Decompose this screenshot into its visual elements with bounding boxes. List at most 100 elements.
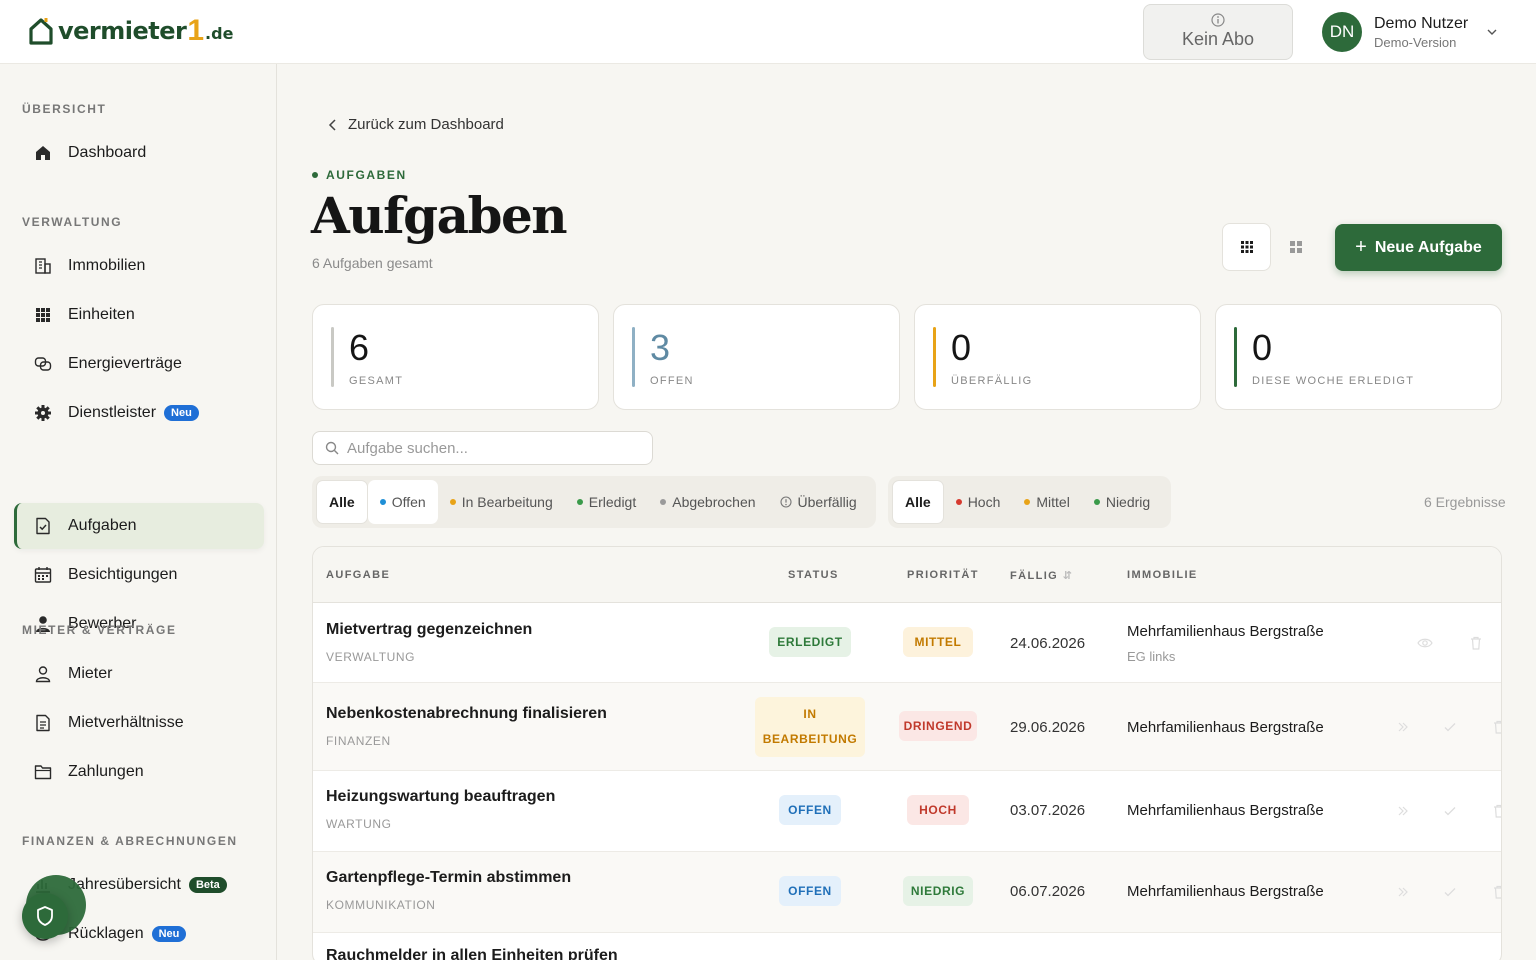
task-title: Heizungswartung beauftragen	[326, 788, 556, 805]
grid-large-icon	[1289, 241, 1302, 253]
check-icon[interactable]	[1442, 884, 1458, 900]
check-icon[interactable]	[1442, 719, 1458, 735]
sidebar-item-energy-contracts[interactable]: Energieverträge	[14, 341, 264, 387]
sidebar-item-payments[interactable]: Zahlungen	[14, 749, 264, 795]
property-name: Mehrfamilienhaus Bergstraße	[1127, 802, 1324, 819]
due-date: 03.07.2026	[1010, 802, 1086, 819]
priority-filter-all[interactable]: Alle	[892, 480, 944, 524]
chevrons-right-icon[interactable]	[1395, 803, 1411, 819]
sidebar-item-units[interactable]: Einheiten	[14, 292, 264, 338]
chevrons-right-icon[interactable]	[1395, 884, 1411, 900]
column-header-priority[interactable]: PRIORITÄT	[907, 569, 979, 581]
trash-icon[interactable]	[1491, 884, 1502, 900]
alert-circle-icon	[779, 496, 792, 508]
status-filter-done[interactable]: Erledigt	[565, 480, 648, 524]
list-view-button[interactable]	[1222, 223, 1271, 271]
card-view-button[interactable]	[1271, 223, 1320, 271]
subscription-button[interactable]: Kein Abo	[1143, 4, 1293, 60]
check-icon[interactable]	[1442, 803, 1458, 819]
user-menu[interactable]: DN Demo Nutzer Demo-Version	[1322, 12, 1497, 52]
sidebar-item-properties[interactable]: Immobilien	[14, 243, 264, 289]
chip-label: Niedrig	[1105, 494, 1151, 510]
priority-badge: DRINGEND	[899, 711, 977, 741]
status-dot	[576, 499, 583, 505]
new-task-button[interactable]: + Neue Aufgabe	[1335, 224, 1502, 271]
sidebar-item-viewings[interactable]: Besichtigungen	[14, 552, 264, 598]
column-header-due-label: FÄLLIG	[1010, 570, 1059, 582]
eyebrow-dot	[312, 172, 318, 178]
status-badge: ERLEDIGT	[769, 627, 851, 657]
status-dot	[449, 499, 456, 505]
subscription-label: Kein Abo	[1181, 29, 1255, 49]
person-icon	[35, 666, 51, 683]
sidebar-item-label: Energieverträge	[68, 355, 182, 372]
status-filter-group: Alle Offen In Bearbeitung Erledigt Abgeb…	[312, 476, 876, 528]
task-icon	[36, 517, 50, 535]
chevrons-right-icon[interactable]	[1395, 719, 1411, 735]
trash-icon[interactable]	[1491, 719, 1502, 735]
new-task-label: Neue Aufgabe	[1374, 238, 1482, 256]
back-label: Zurück zum Dashboard	[348, 116, 504, 133]
table-row[interactable]: Gartenpflege-Termin abstimmen KOMMUNIKAT…	[313, 852, 1501, 933]
sidebar-item-label: Jahresübersicht	[68, 876, 181, 893]
privacy-shield-button[interactable]	[22, 893, 68, 939]
priority-filter-high[interactable]: Hoch	[944, 480, 1013, 524]
sort-icon: ⇵	[1062, 570, 1074, 582]
status-badge-line: BEARBEITUNG	[762, 732, 858, 746]
column-header-task[interactable]: AUFGABE	[326, 569, 390, 581]
status-filter-overdue[interactable]: Überfällig	[768, 480, 869, 524]
table-row[interactable]: Mietvertrag gegenzeichnen VERWALTUNG ERL…	[313, 603, 1501, 683]
task-title: Gartenpflege-Termin abstimmen	[326, 869, 572, 886]
priority-filter-medium[interactable]: Mittel	[1012, 480, 1081, 524]
sidebar-item-tenancies[interactable]: Mietverhältnisse	[14, 700, 264, 746]
priority-filter-low[interactable]: Niedrig	[1082, 480, 1162, 524]
sidebar-item-tenants[interactable]: Mieter	[14, 651, 264, 697]
status-filter-in-progress[interactable]: In Bearbeitung	[438, 480, 565, 524]
status-filter-open[interactable]: Offen	[367, 480, 438, 524]
stat-accent-bar	[632, 327, 635, 387]
tasks-table: AUFGABE STATUS PRIORITÄT FÄLLIG ⇵ IMMOBI…	[312, 546, 1502, 960]
property-name: Mehrfamilienhaus Bergstraße	[1127, 623, 1324, 640]
status-filter-cancelled[interactable]: Abgebrochen	[648, 480, 767, 524]
task-category: KOMMUNIKATION	[326, 898, 436, 912]
sidebar-item-label: Einheiten	[68, 306, 135, 323]
sidebar-item-dashboard[interactable]: Dashboard	[14, 130, 264, 176]
energy-contract-icon	[34, 357, 52, 371]
sidebar-item-tasks[interactable]: Aufgaben	[14, 503, 264, 549]
stat-value: 0	[951, 327, 972, 368]
user-name: Demo Nutzer	[1374, 14, 1469, 32]
task-category: WARTUNG	[326, 817, 392, 831]
back-to-dashboard-link[interactable]: Zurück zum Dashboard	[328, 116, 504, 133]
sidebar-item-label: Aufgaben	[68, 517, 137, 534]
view-icon[interactable]	[1417, 635, 1433, 651]
status-badge: OFFEN	[779, 876, 841, 906]
status-badge: IN BEARBEITUNG	[755, 697, 865, 757]
search-input[interactable]	[347, 439, 637, 457]
stat-label: GESAMT	[349, 375, 404, 387]
column-header-status[interactable]: STATUS	[788, 569, 839, 581]
table-row[interactable]: Nebenkostenabrechnung finalisieren FINAN…	[313, 683, 1501, 771]
chip-label: Erledigt	[588, 494, 637, 510]
calendar-icon	[34, 567, 52, 583]
document-icon	[36, 714, 50, 732]
trash-icon[interactable]	[1468, 635, 1484, 651]
unit-name: EG links	[1127, 649, 1176, 664]
status-filter-all[interactable]: Alle	[316, 480, 368, 524]
eyebrow-label: AUFGABEN	[326, 168, 407, 182]
shield-icon	[37, 906, 53, 926]
column-header-property[interactable]: IMMOBILIE	[1127, 569, 1198, 581]
trash-icon[interactable]	[1491, 803, 1502, 819]
table-row[interactable]: Heizungswartung beauftragen WARTUNG OFFE…	[313, 771, 1501, 852]
chevron-left-icon	[328, 118, 336, 131]
property-name: Mehrfamilienhaus Bergstraße	[1127, 883, 1324, 900]
stat-accent-bar	[1234, 327, 1237, 387]
stat-value: 0	[1252, 327, 1273, 368]
table-row[interactable]: Rauchmelder in allen Einheiten prüfen	[313, 933, 1501, 960]
sidebar-item-service-providers[interactable]: Dienstleister Neu	[14, 390, 264, 436]
chip-label: Mittel	[1036, 494, 1070, 510]
priority-dot	[1024, 499, 1031, 505]
column-header-due[interactable]: FÄLLIG ⇵	[1010, 569, 1073, 582]
logo[interactable]: vermieter 1 .de	[28, 16, 233, 46]
folder-icon	[34, 765, 52, 780]
task-title: Nebenkostenabrechnung finalisieren	[326, 705, 607, 722]
